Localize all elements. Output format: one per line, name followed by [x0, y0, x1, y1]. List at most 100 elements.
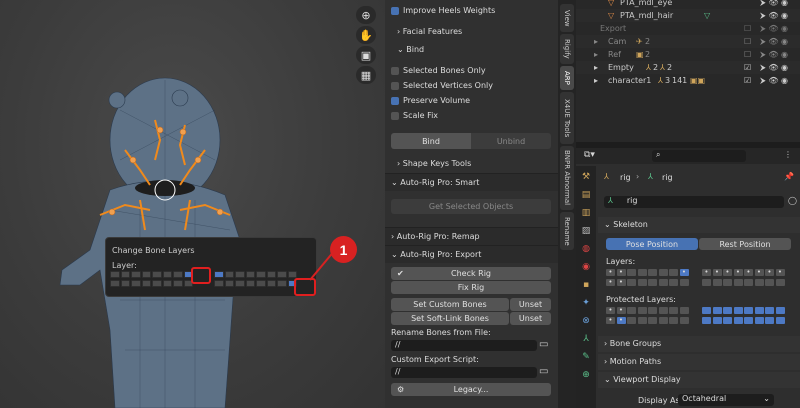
layer-toggle[interactable]: •: [606, 269, 615, 276]
layer-toggle[interactable]: [131, 271, 141, 278]
layer-toggle[interactable]: [723, 307, 732, 314]
shape-keys-toggle[interactable]: › Shape Keys Tools: [397, 159, 471, 168]
layer-toggle[interactable]: [637, 307, 647, 314]
layer-toggle[interactable]: [679, 317, 689, 324]
editor-type-icon[interactable]: ⧉▾: [584, 150, 595, 160]
layer-toggle[interactable]: [658, 279, 668, 286]
rest-position-button[interactable]: Rest Position: [699, 238, 791, 250]
layer-toggle[interactable]: [658, 269, 668, 276]
layer-toggle[interactable]: [110, 280, 120, 287]
layer-toggle[interactable]: [679, 307, 689, 314]
pin-icon[interactable]: 📌: [784, 172, 794, 181]
folder-icon[interactable]: ▭: [539, 366, 548, 377]
layer-toggle[interactable]: •: [744, 269, 753, 276]
3d-viewport[interactable]: ⊕ ✋ ▣ ▦: [0, 0, 385, 408]
visibility-icons[interactable]: ⮞ 👁 ◉: [760, 61, 788, 74]
search-input[interactable]: ⌕: [652, 150, 746, 162]
layers-grid[interactable]: • • • • • • • • • • • • •: [606, 269, 796, 289]
grid-view-icon[interactable]: ▦: [356, 66, 376, 84]
bind-header[interactable]: ⌄ Bind: [397, 45, 424, 54]
layer-toggle[interactable]: [723, 317, 732, 324]
layer-toggle[interactable]: [287, 271, 297, 278]
custom-script-field[interactable]: //: [391, 367, 537, 378]
armature-data-icon[interactable]: ⅄: [580, 334, 592, 346]
layer-toggle[interactable]: [235, 271, 245, 278]
layer-toggle[interactable]: [214, 271, 224, 278]
checkbox[interactable]: ☐: [744, 22, 751, 35]
fix-rig-button[interactable]: Fix Rig: [391, 281, 551, 294]
layer-toggle[interactable]: [152, 271, 162, 278]
layer-toggle[interactable]: [648, 269, 657, 276]
bone-icon[interactable]: ✎: [580, 352, 592, 364]
layer-toggle[interactable]: •: [723, 269, 732, 276]
layer-toggle[interactable]: [162, 280, 172, 287]
layer-toggle[interactable]: [765, 279, 774, 286]
bone-constraint-icon[interactable]: ⊕: [580, 370, 592, 382]
visibility-icons[interactable]: ⮞ 👁 ◉: [760, 9, 788, 22]
layer-toggle[interactable]: [712, 307, 722, 314]
tab-rigify[interactable]: Rigify: [560, 34, 574, 64]
unset-custom-button[interactable]: Unset: [510, 298, 551, 311]
layer-toggle[interactable]: •: [616, 317, 626, 324]
layer-toggle[interactable]: [702, 317, 711, 324]
layer-toggle[interactable]: [765, 317, 774, 324]
output-icon[interactable]: ▥: [580, 208, 592, 220]
zoom-icon[interactable]: ⊕: [356, 6, 376, 24]
layer-toggle[interactable]: [152, 280, 162, 287]
layer-toggle[interactable]: •: [606, 279, 615, 286]
layer-toggle[interactable]: [245, 280, 255, 287]
legacy-button[interactable]: ⚙ Legacy...: [391, 383, 551, 396]
layer-toggle[interactable]: [702, 279, 711, 286]
layer-toggle[interactable]: [224, 271, 234, 278]
list-item[interactable]: ▽ PTA_mdl_eye ⮞ 👁 ◉: [576, 0, 800, 9]
layer-toggle[interactable]: [648, 307, 657, 314]
armature-name-field[interactable]: ⅄ rig: [604, 196, 784, 208]
layer-toggle[interactable]: •: [733, 269, 743, 276]
layer-toggle[interactable]: •: [616, 269, 626, 276]
layer-toggle[interactable]: •: [712, 269, 722, 276]
layer-toggle[interactable]: [627, 279, 636, 286]
object-icon[interactable]: ▪: [580, 280, 592, 292]
checkbox[interactable]: [391, 6, 399, 15]
visibility-icons[interactable]: ⮞ 👁 ◉: [760, 22, 788, 35]
unbind-button[interactable]: Unbind: [471, 133, 551, 149]
layer-toggle[interactable]: [733, 307, 743, 314]
layer-toggle[interactable]: [277, 271, 287, 278]
layer-toggle[interactable]: •: [606, 317, 615, 324]
rename-file-field[interactable]: //: [391, 340, 537, 351]
more-icon[interactable]: ⋮: [784, 150, 792, 159]
layer-toggle[interactable]: [648, 317, 657, 324]
visibility-icons[interactable]: ⮞ 👁 ◉: [760, 35, 788, 48]
checkbox[interactable]: [391, 96, 399, 105]
layer-toggle[interactable]: [131, 280, 141, 287]
list-item[interactable]: ▸ Empty ⅄ 2 ⅄ 2 ☑ ⮞ 👁 ◉: [576, 61, 800, 74]
tab-bnpr-abnormal[interactable]: BNPR Abnormal: [560, 146, 574, 210]
list-item[interactable]: ▸ Ref ▣ 2 ☐ ⮞ 👁 ◉: [576, 48, 800, 61]
layer-toggle[interactable]: [658, 307, 668, 314]
layer-toggle[interactable]: [754, 307, 764, 314]
layer-toggle[interactable]: [637, 279, 647, 286]
viewport-display-section[interactable]: ⌄ Viewport Display: [598, 372, 800, 388]
layer-toggle[interactable]: [256, 280, 266, 287]
bind-button[interactable]: Bind: [391, 133, 471, 149]
layer-toggle[interactable]: [733, 317, 743, 324]
tool-icon[interactable]: ⚒: [580, 172, 592, 184]
layer-toggle[interactable]: [723, 279, 732, 286]
layer-toggle[interactable]: [733, 279, 743, 286]
layer-toggle[interactable]: [669, 317, 678, 324]
layer-toggle[interactable]: [648, 279, 657, 286]
camera-icon[interactable]: ▣: [356, 46, 376, 64]
layer-toggle[interactable]: [744, 317, 753, 324]
layer-toggle[interactable]: [627, 307, 636, 314]
layer-toggle[interactable]: •: [616, 279, 626, 286]
scene-icon[interactable]: ◍: [580, 244, 592, 256]
check-rig-button[interactable]: ✔ Check Rig: [391, 267, 551, 280]
layer-grid[interactable]: [110, 271, 316, 293]
layer-toggle[interactable]: [224, 280, 234, 287]
display-as-select[interactable]: Octahedral ⌄: [678, 394, 774, 406]
layer-toggle[interactable]: [637, 317, 647, 324]
hand-pan-icon[interactable]: ✋: [356, 26, 376, 44]
layer-toggle[interactable]: [754, 317, 764, 324]
checkbox[interactable]: [391, 66, 399, 75]
set-custom-bones-button[interactable]: Set Custom Bones: [391, 298, 509, 311]
